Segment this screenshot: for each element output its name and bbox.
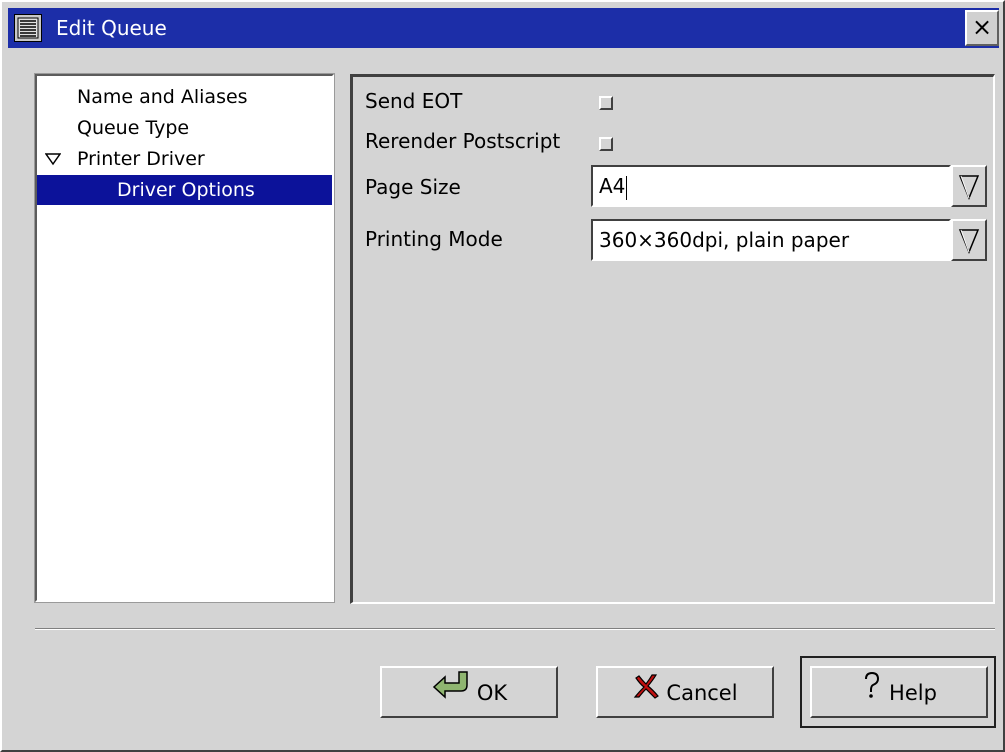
printing-mode-label: Printing Mode — [365, 227, 503, 251]
cancel-button[interactable]: Cancel — [596, 666, 774, 718]
page-size-input[interactable]: A4 — [591, 165, 951, 207]
help-question-icon — [861, 669, 883, 717]
window-menu-icon[interactable] — [14, 14, 42, 42]
help-button-label: Help — [889, 681, 937, 705]
close-icon: × — [971, 13, 993, 41]
edit-queue-dialog: Edit Queue × Name and Aliases Queue Type… — [0, 0, 1005, 752]
page-size-combo[interactable]: A4 — [591, 165, 989, 207]
tree-item-label: Queue Type — [77, 117, 190, 139]
triangle-down-icon[interactable] — [44, 144, 62, 174]
text-caret — [626, 175, 628, 200]
combo-arrow-icon — [958, 229, 980, 254]
printing-mode-value: 360×360dpi, plain paper — [599, 228, 850, 252]
separator — [35, 628, 995, 630]
tree-item-name-and-aliases[interactable]: Name and Aliases — [77, 82, 248, 112]
rerender-postscript-checkbox[interactable] — [599, 137, 613, 151]
tree-item-driver-options[interactable]: Driver Options — [37, 175, 332, 205]
printing-mode-input[interactable]: 360×360dpi, plain paper — [591, 219, 951, 261]
rerender-postscript-label: Rerender Postscript — [365, 129, 561, 153]
ok-arrow-icon — [431, 669, 471, 718]
tree-item-printer-driver[interactable]: Printer Driver — [77, 144, 205, 174]
printing-mode-dropdown-button[interactable] — [951, 219, 987, 261]
tree-item-label: Driver Options — [117, 179, 255, 201]
cancel-x-icon — [632, 669, 660, 717]
close-button[interactable]: × — [965, 10, 999, 46]
tree-item-label: Printer Driver — [77, 148, 205, 170]
send-eot-checkbox[interactable] — [599, 96, 613, 110]
tree-item-queue-type[interactable]: Queue Type — [77, 113, 189, 143]
printing-mode-combo[interactable]: 360×360dpi, plain paper — [591, 219, 989, 261]
help-button[interactable]: Help — [810, 666, 988, 718]
ok-button-label: OK — [476, 681, 508, 705]
combo-arrow-icon — [958, 175, 980, 200]
window-title: Edit Queue — [56, 16, 167, 40]
title-bar[interactable]: Edit Queue × — [8, 8, 999, 48]
driver-options-panel: Send EOT Rerender Postscript Page Size A… — [350, 74, 995, 604]
section-tree: Name and Aliases Queue Type Printer Driv… — [34, 73, 335, 603]
tree-item-label: Name and Aliases — [77, 86, 248, 108]
ok-button[interactable]: OK — [380, 666, 558, 718]
cancel-button-label: Cancel — [666, 681, 738, 705]
send-eot-label: Send EOT — [365, 89, 463, 113]
page-size-dropdown-button[interactable] — [951, 165, 987, 207]
page-size-label: Page Size — [365, 175, 461, 199]
page-size-value: A4 — [599, 174, 626, 198]
